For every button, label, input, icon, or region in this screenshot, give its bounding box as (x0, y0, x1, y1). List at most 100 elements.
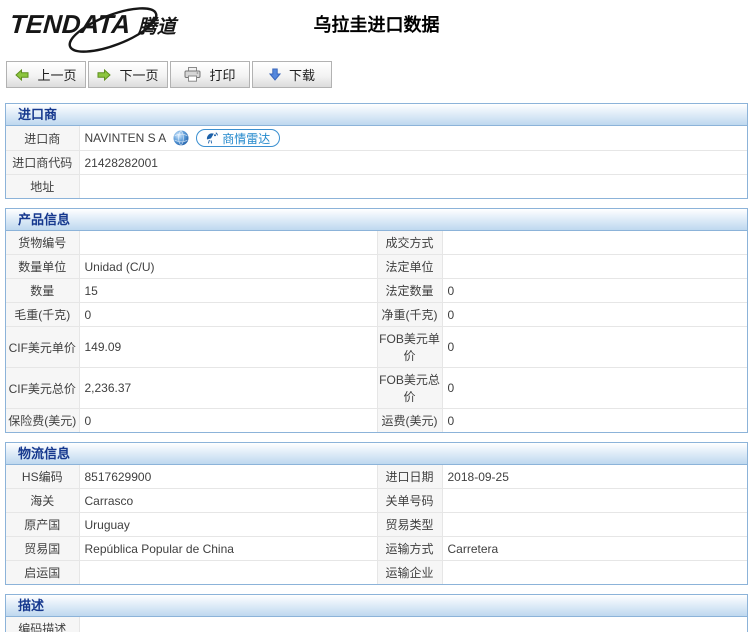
table-row: CIF美元单价 149.09 FOB美元单价 0 (6, 327, 747, 368)
transport-mode-value: Carretera (442, 537, 747, 561)
cargo-number-value (79, 231, 377, 255)
table-row: 海关 Carrasco 关单号码 (6, 489, 747, 513)
quantity-unit-value: Unidad (C/U) (79, 255, 377, 279)
trading-country-label: 贸易国 (6, 537, 79, 561)
tendata-logo: TENDATA 腾道 (10, 9, 185, 53)
table-row: 地址 (6, 175, 747, 199)
logistics-table: HS编码 8517629900 进口日期 2018-09-25 海关 Carra… (6, 465, 747, 584)
table-row: 货物编号 成交方式 (6, 231, 747, 255)
cif-unit-price-label: CIF美元单价 (6, 327, 79, 368)
description-section: 描述 编码描述 产品描述 APPLE TV. ITEM 9 .- (5, 594, 748, 632)
logistics-section: 物流信息 HS编码 8517629900 进口日期 2018-09-25 海关 … (5, 442, 748, 585)
insurance-fee-value: 0 (79, 409, 377, 433)
importer-name-cell: NAVINTEN S A (79, 126, 747, 151)
legal-unit-label: 法定单位 (377, 255, 442, 279)
import-date-label: 进口日期 (377, 465, 442, 489)
description-section-title: 描述 (6, 595, 747, 617)
printer-icon (184, 67, 201, 82)
hs-code-value: 8517629900 (79, 465, 377, 489)
arrow-left-icon (15, 69, 29, 81)
table-row: 编码描述 (6, 617, 747, 632)
freight-fee-label: 运费(美元) (377, 409, 442, 433)
table-row: 数量单位 Unidad (C/U) 法定单位 (6, 255, 747, 279)
importer-code-label: 进口商代码 (6, 151, 79, 175)
toolbar: 上一页 下一页 打印 下载 (6, 61, 753, 88)
quantity-label: 数量 (6, 279, 79, 303)
previous-page-button[interactable]: 上一页 (6, 61, 86, 88)
next-page-button[interactable]: 下一页 (88, 61, 168, 88)
logistics-section-title: 物流信息 (6, 443, 747, 465)
table-row: CIF美元总价 2,236.37 FOB美元总价 0 (6, 368, 747, 409)
table-row: 数量 15 法定数量 0 (6, 279, 747, 303)
cif-unit-price-value: 149.09 (79, 327, 377, 368)
fob-unit-price-label: FOB美元单价 (377, 327, 442, 368)
business-radar-button[interactable]: 商情雷达 (196, 129, 280, 147)
previous-page-label: 上一页 (37, 65, 76, 84)
print-label: 打印 (209, 65, 235, 84)
arrow-down-icon (269, 68, 281, 81)
trade-type-value (442, 513, 747, 537)
description-table: 编码描述 产品描述 APPLE TV. ITEM 9 .- (6, 617, 747, 632)
importer-section: 进口商 进口商 NAVINTEN S A (5, 103, 748, 199)
importer-address-label: 地址 (6, 175, 79, 199)
business-radar-label: 商情雷达 (222, 130, 270, 147)
transport-mode-label: 运输方式 (377, 537, 442, 561)
importer-section-title: 进口商 (6, 104, 747, 126)
transport-company-label: 运输企业 (377, 561, 442, 585)
cif-total-price-value: 2,236.37 (79, 368, 377, 409)
product-section-title: 产品信息 (6, 209, 747, 231)
departure-country-value (79, 561, 377, 585)
trading-country-value: República Popular de China (79, 537, 377, 561)
origin-country-value: Uruguay (79, 513, 377, 537)
freight-fee-value: 0 (442, 409, 747, 433)
top-bar: 乌拉圭进口数据 TENDATA 腾道 (0, 0, 753, 57)
cargo-number-label: 货物编号 (6, 231, 79, 255)
transaction-mode-label: 成交方式 (377, 231, 442, 255)
net-weight-label: 净重(千克) (377, 303, 442, 327)
transaction-mode-value (442, 231, 747, 255)
table-row: 原产国 Uruguay 贸易类型 (6, 513, 747, 537)
table-row: 进口商 NAVINTEN S A (6, 126, 747, 151)
code-description-label: 编码描述 (6, 617, 79, 632)
fob-total-price-label: FOB美元总价 (377, 368, 442, 409)
importer-name-value: NAVINTEN S A (85, 131, 167, 145)
fob-unit-price-value: 0 (442, 327, 747, 368)
table-row: HS编码 8517629900 进口日期 2018-09-25 (6, 465, 747, 489)
import-date-value: 2018-09-25 (442, 465, 747, 489)
radar-dish-icon (206, 132, 218, 144)
trade-type-label: 贸易类型 (377, 513, 442, 537)
table-row: 启运国 运输企业 (6, 561, 747, 585)
gross-weight-value: 0 (79, 303, 377, 327)
quantity-unit-label: 数量单位 (6, 255, 79, 279)
transport-company-value (442, 561, 747, 585)
legal-unit-value (442, 255, 747, 279)
hs-code-label: HS编码 (6, 465, 79, 489)
logo-chinese-label: 腾道 (138, 17, 176, 38)
code-description-value (79, 617, 747, 632)
download-label: 下载 (289, 65, 315, 84)
origin-country-label: 原产国 (6, 513, 79, 537)
globe-icon[interactable] (173, 130, 189, 146)
table-row: 进口商代码 21428282001 (6, 151, 747, 175)
download-button[interactable]: 下载 (252, 61, 332, 88)
logo-wordmark: TENDATA (9, 9, 132, 40)
table-row: 毛重(千克) 0 净重(千克) 0 (6, 303, 747, 327)
table-row: 贸易国 República Popular de China 运输方式 Carr… (6, 537, 747, 561)
next-page-label: 下一页 (119, 65, 158, 84)
insurance-fee-label: 保险费(美元) (6, 409, 79, 433)
fob-total-price-value: 0 (442, 368, 747, 409)
net-weight-value: 0 (442, 303, 747, 327)
importer-name-label: 进口商 (6, 126, 79, 151)
arrow-right-icon (97, 69, 111, 81)
print-button[interactable]: 打印 (170, 61, 250, 88)
cif-total-price-label: CIF美元总价 (6, 368, 79, 409)
quantity-value: 15 (79, 279, 377, 303)
declaration-number-label: 关单号码 (377, 489, 442, 513)
importer-code-value: 21428282001 (79, 151, 747, 175)
legal-quantity-label: 法定数量 (377, 279, 442, 303)
legal-quantity-value: 0 (442, 279, 747, 303)
table-row: 保险费(美元) 0 运费(美元) 0 (6, 409, 747, 433)
departure-country-label: 启运国 (6, 561, 79, 585)
gross-weight-label: 毛重(千克) (6, 303, 79, 327)
customs-value: Carrasco (79, 489, 377, 513)
